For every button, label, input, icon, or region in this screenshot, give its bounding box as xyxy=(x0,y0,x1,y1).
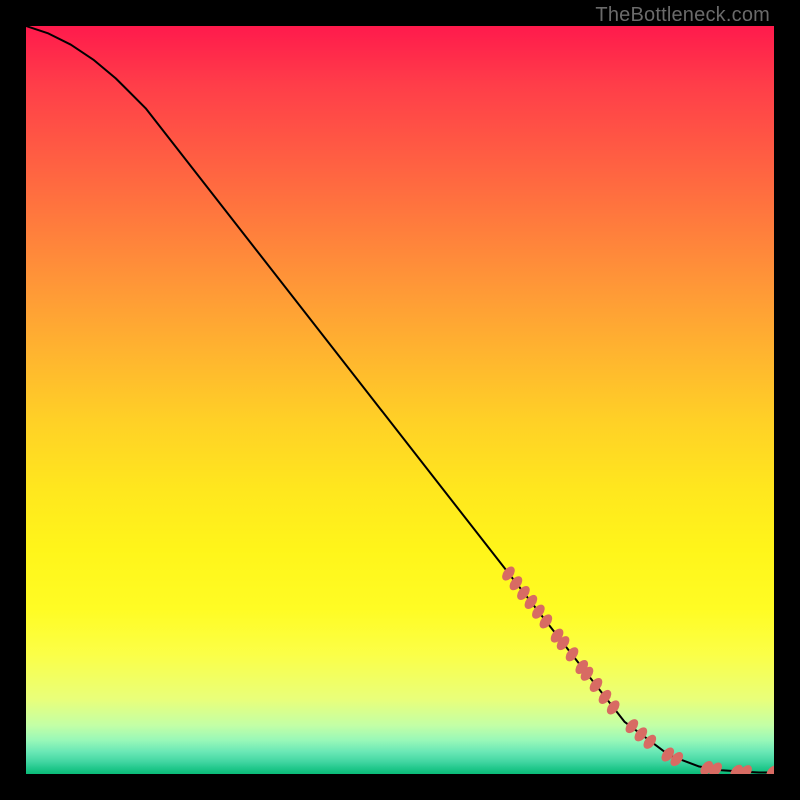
marker-group xyxy=(500,564,774,774)
watermark-text: TheBottleneck.com xyxy=(595,4,770,27)
chart-plot-area xyxy=(26,26,774,774)
chart-svg-overlay xyxy=(26,26,774,774)
curve-line xyxy=(26,26,774,773)
